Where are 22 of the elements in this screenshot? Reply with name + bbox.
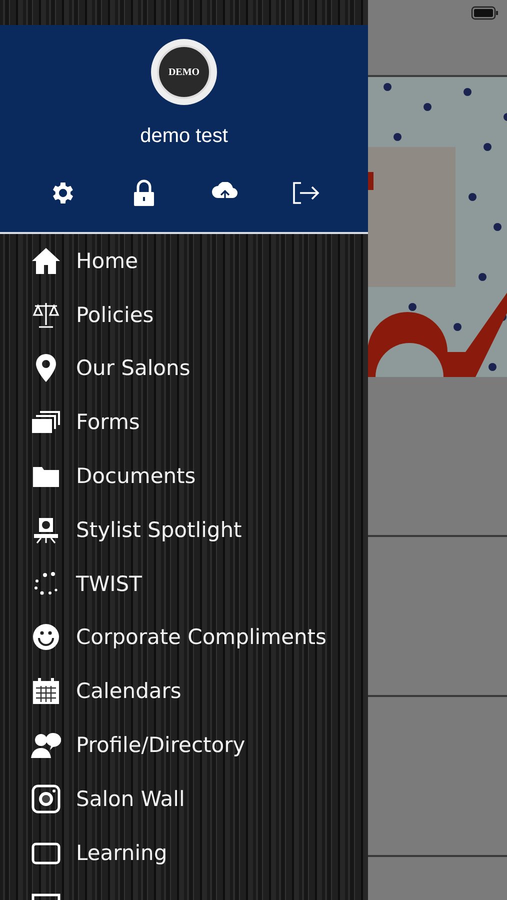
menu-item[interactable]: Forms	[0, 395, 368, 450]
camera-icon	[31, 784, 61, 814]
menu-item[interactable]: Profile/Directory	[0, 718, 368, 772]
user-name: demo test	[140, 125, 228, 148]
menu-item[interactable]: Documents	[0, 449, 368, 503]
smiley-icon	[31, 622, 61, 652]
people-icon	[31, 730, 61, 760]
menu-item[interactable]: Calendars	[0, 664, 368, 718]
menu-item[interactable]: Corporate Compliments	[0, 610, 368, 664]
menu-item[interactable]: Learning	[0, 826, 368, 880]
menu-item[interactable]: Policies	[0, 288, 368, 342]
home-icon	[31, 246, 61, 276]
menu-item[interactable]: Salon Wall	[0, 772, 368, 826]
menu-item[interactable]: Stylist Spotlight	[0, 502, 368, 557]
menu-item[interactable]: TWIST	[0, 556, 368, 611]
calendar-icon	[31, 676, 61, 706]
menu-item[interactable]: Our Salons	[0, 342, 368, 396]
battery-icon	[471, 6, 499, 20]
menu-item[interactable]: Home	[0, 234, 368, 288]
lock-icon	[132, 179, 154, 207]
logout-icon	[292, 181, 320, 205]
avatar-text: DEMO	[168, 66, 200, 78]
